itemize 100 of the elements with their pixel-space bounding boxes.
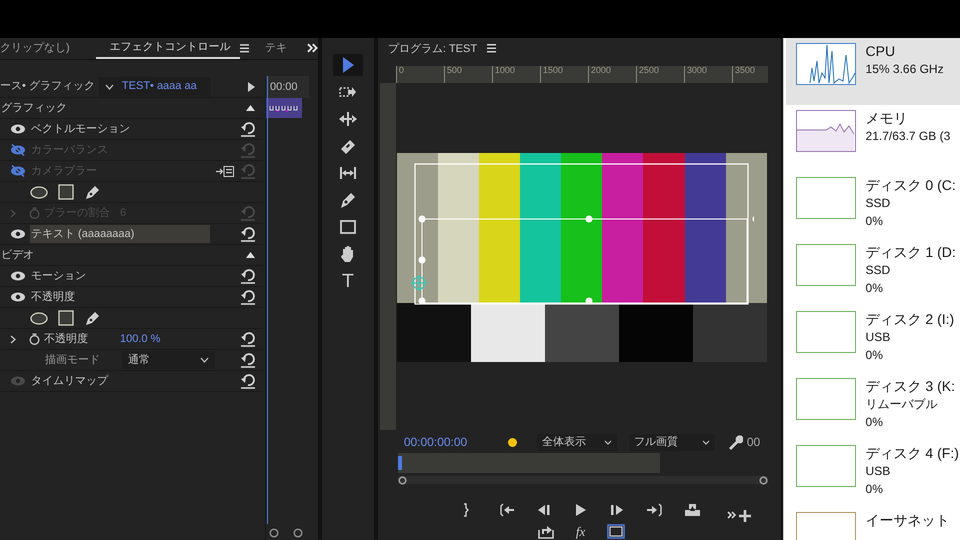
performance-name: ディスク 0 (C: [866,177,956,194]
ruler-label: 1000 [494,66,515,75]
scroll-handle-icon[interactable] [398,476,407,485]
section-title: グラフィック [1,100,67,116]
collapse-triangle-icon[interactable] [246,105,255,111]
effect-name[interactable]: テキスト (aaaaaaaa) [30,225,210,243]
zoom-scrollbar[interactable] [398,476,768,484]
scroll-handle-icon[interactable] [293,528,303,538]
memory-usage-graph [796,110,856,152]
performance-detail: 0% [866,280,884,297]
safe-margins-icon[interactable] [607,524,626,540]
go-to-in-icon[interactable] [498,503,515,518]
play-triangle-icon[interactable] [248,82,255,92]
ruler-label: 2000 [590,66,611,75]
reset-icon[interactable] [240,122,256,136]
playback-track[interactable] [398,453,660,474]
eye-icon[interactable] [10,291,26,303]
effect-name[interactable]: ベクトルモーション [30,120,210,138]
reset-icon[interactable] [240,268,256,284]
disk-usage-graph [796,378,856,420]
menu-icon[interactable] [487,44,496,54]
effect-name[interactable]: タイムリマップ [30,372,210,390]
eye-icon[interactable] [10,228,26,240]
panel-tab[interactable]: エフェクトコントロール [96,37,240,59]
performance-name: ディスク 4 (F:) [866,445,959,462]
blend-mode-dropdown[interactable]: 通常 [122,351,215,369]
performance-detail: 21.7/63.7 GB (3 [866,128,950,145]
disk-usage-graph [796,244,856,286]
export-frame-icon[interactable] [538,524,554,540]
reset-icon[interactable] [240,374,256,388]
effect-name[interactable]: 不透明度 [30,288,210,306]
performance-detail: 0% [866,414,884,431]
ruler-label: 0 [398,66,404,75]
more-and-add-icon[interactable] [726,509,753,524]
playhead-marker[interactable] [398,456,402,470]
disk-usage-graph [796,177,856,219]
performance-item[interactable]: CPU 15% 3.66 GHz [786,38,960,105]
ruler-label: 500 [446,66,462,75]
playhead-timecode[interactable]: 00:00:00:00 [404,433,508,452]
performance-name: メモリ [866,110,909,127]
source-dropdown[interactable]: TEST• aaaa aa [98,76,211,96]
performance-name: イーサネット [866,512,950,529]
source-label: ース• グラフィック [0,79,95,94]
reset-icon[interactable] [240,226,256,242]
pen-mask-icon[interactable] [84,184,100,200]
ruler-label: 1500 [542,66,563,75]
performance-detail: 0% [866,347,884,364]
performance-detail: SSD [866,195,892,212]
param-value[interactable]: 100.0 % [120,330,160,348]
type-tool-button[interactable]: T [332,270,363,292]
reset-icon[interactable] [240,352,256,368]
performance-detail: 15% 3.66 GHz [866,61,944,78]
keyframe-marks-icon [269,104,299,112]
fx-toggle[interactable]: fx [576,524,586,540]
ellipse-mask-icon[interactable] [30,186,48,198]
eye-icon[interactable] [10,123,26,135]
lift-icon[interactable] [684,503,700,518]
stopwatch-icon[interactable] [29,333,40,345]
ruler-label: 3000 [686,66,707,75]
rectangle-mask-icon[interactable] [58,184,74,200]
panel-tab[interactable]: クリップなし) [0,37,96,59]
chevron-down-icon [604,440,612,445]
ruler-label: 3500 [734,66,755,75]
performance-name: ディスク 1 (D: [866,244,956,261]
overflow-chevrons-icon[interactable] [307,43,318,53]
scroll-handle-icon[interactable] [269,528,279,538]
panel-tab[interactable]: テキ [263,37,302,59]
performance-name: ディスク 2 (I:) [866,311,954,328]
chevron-down-icon [702,440,710,445]
chevron-down-icon [104,84,114,90]
collapse-triangle-icon[interactable] [246,252,255,258]
chevron-down-icon [200,357,209,363]
step-back-icon[interactable] [536,503,552,518]
rectangle-tool-icon[interactable] [338,217,358,237]
reset-icon[interactable] [240,332,256,346]
param-label: 不透明度 [44,332,89,347]
performance-name: ディスク 3 (K: [866,378,956,395]
ellipse-mask-icon[interactable] [30,312,48,324]
effect-name[interactable]: モーション [30,267,210,285]
go-to-out-icon[interactable] [646,503,663,518]
performance-detail: リムーバブル [866,396,939,413]
ruler-label: 2500 [638,66,659,75]
duration-timecode: 00 [746,434,760,452]
eye-icon[interactable] [10,270,26,282]
reset-icon[interactable] [240,290,256,304]
ripple-edit-tool-icon[interactable] [338,109,358,129]
scroll-handle-icon[interactable] [758,476,768,485]
menu-icon[interactable] [240,44,250,53]
zoom-dropdown[interactable]: 全体表示 [536,434,617,451]
performance-detail: 0% [866,481,884,498]
selection-tool-button[interactable] [332,54,363,76]
rectangle-mask-icon[interactable] [58,310,74,326]
performance-detail: USB [866,463,892,480]
section-title: ビデオ [1,248,34,263]
quality-dropdown[interactable]: フル画質 [628,434,715,451]
panel-title: プログラム: TEST [388,42,478,57]
timeline-timecode: 00:00 [270,80,298,95]
pen-mask-icon[interactable] [84,310,100,326]
anchor-point-icon[interactable] [410,274,427,291]
wrench-icon[interactable] [726,434,743,450]
